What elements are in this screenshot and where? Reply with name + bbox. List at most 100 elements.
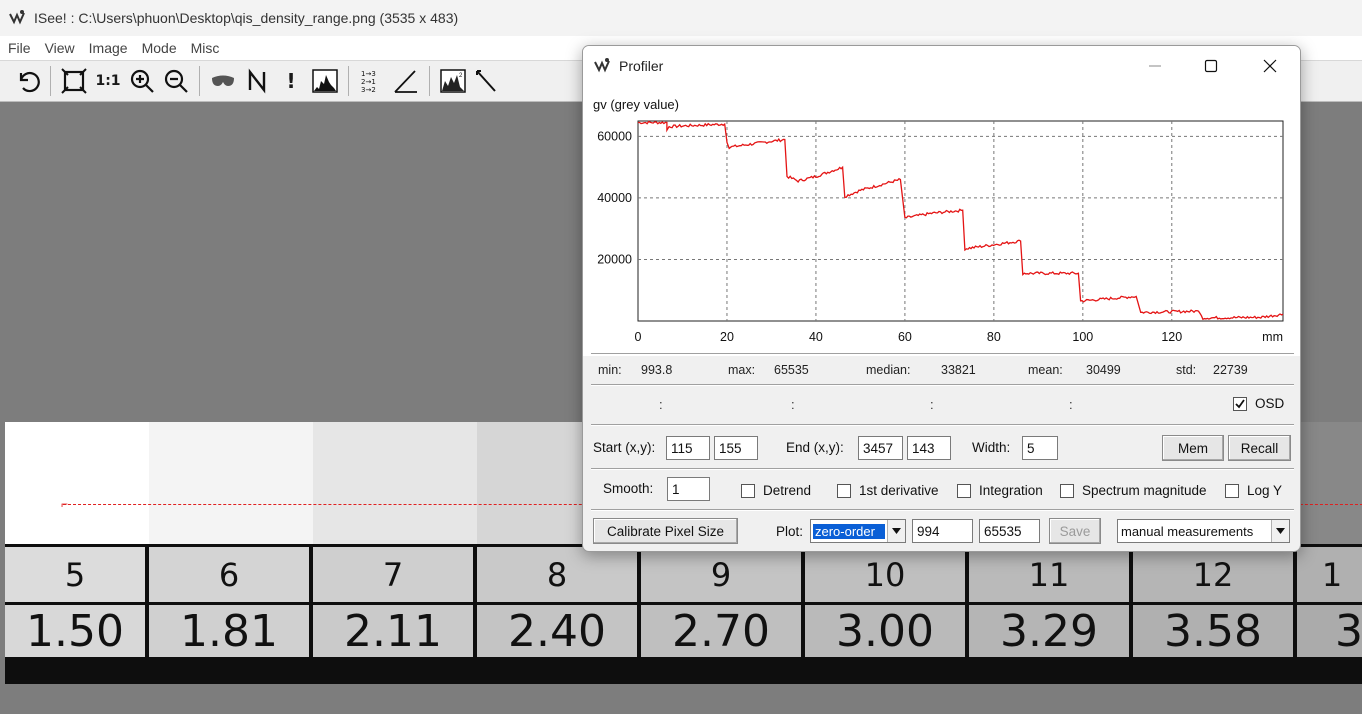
menu-mode[interactable]: Mode [142,40,177,56]
measurement-mode-select[interactable]: manual measurements [1117,519,1290,543]
width-input[interactable] [1022,436,1058,460]
app-logo-icon [9,10,25,25]
undo-button[interactable] [10,64,44,98]
zoom-out-button[interactable] [159,64,193,98]
step-number: 11 [969,547,1129,602]
start-label: Start (x,y): [593,440,656,455]
y-tick-label: 20000 [597,252,632,266]
save-button[interactable]: Save [1049,518,1101,544]
window-title: ISee! : C:\Users\phuon\Desktop\qis_densi… [34,10,459,26]
separator [591,424,1294,426]
density-value: 3.00 [805,605,965,657]
start-x-input[interactable] [666,436,710,460]
range-max-input[interactable] [979,519,1040,543]
integration-checkbox[interactable] [957,484,971,498]
min-value: 993.8 [641,363,673,377]
close-button[interactable] [1256,54,1284,78]
density-value: 3.29 [969,605,1129,657]
n-button[interactable] [240,64,274,98]
osd-checkbox[interactable] [1233,397,1247,411]
density-patch [149,422,313,544]
svg-text:2→1: 2→1 [361,78,376,86]
density-patch [1297,422,1362,544]
zoom-out-icon [164,69,188,93]
x-tick-label: 0 [635,330,642,344]
min-label: min: [598,363,622,377]
step-number: 5 [5,547,145,602]
y-tick-label: 60000 [597,129,632,143]
spectrum-magnitude-checkbox[interactable] [1060,484,1074,498]
density-value: 2.70 [641,605,801,657]
menu-file[interactable]: File [8,40,31,56]
range-min-input[interactable] [912,519,973,543]
calibrate-pixel-size-button[interactable]: Calibrate Pixel Size [593,518,738,544]
plot-label: Plot: [776,524,804,539]
undo-icon [19,71,40,93]
median-value: 33821 [941,363,976,377]
maximize-button[interactable] [1197,54,1225,78]
end-x-input[interactable] [858,436,903,460]
profile-chart: gv (grey value) 0 20 40 60 80 100 120 20000 400… [593,97,1284,344]
close-icon [1263,59,1277,73]
max-value: 65535 [774,363,809,377]
menu-image[interactable]: Image [89,40,128,56]
fit-window-button[interactable] [57,64,91,98]
image-hist-icon: 2 [440,69,466,93]
step-number: 7 [313,547,473,602]
detrend-label: Detrend [763,483,812,498]
end-y-input[interactable] [907,436,951,460]
sort-button[interactable]: 1→3 2→1 3→2 [355,64,389,98]
toolbar-separator [50,66,51,96]
log-y-checkbox[interactable] [1225,484,1239,498]
detrend-checkbox[interactable] [741,484,755,498]
mask-button[interactable] [206,64,240,98]
menu-misc[interactable]: Misc [191,40,220,56]
smooth-input[interactable] [667,477,710,501]
start-y-input[interactable] [714,436,758,460]
profile-line-icon [476,70,496,92]
toolbar-separator [348,66,349,96]
y-tick-label: 40000 [597,191,632,205]
histogram-icon [312,69,338,93]
density-value: 1.81 [149,605,309,657]
x-tick-label: 100 [1072,330,1093,344]
density-value: 2.40 [477,605,637,657]
histogram-button[interactable] [308,64,342,98]
minimize-button[interactable] [1141,54,1169,78]
image-hist-button[interactable]: 2 [436,64,470,98]
smooth-label: Smooth: [603,481,654,496]
step-number: 6 [149,547,309,602]
exclamation-icon: ! [286,69,296,93]
angle-button[interactable] [389,64,423,98]
measurement-readout-row: : : : : OSD [583,388,1300,422]
fit-window-icon [61,68,87,94]
one-to-one-button[interactable]: 1:1 [91,64,125,98]
toolbar-separator [429,66,430,96]
step-number: 12 [1133,547,1293,602]
x-tick-label: 40 [809,330,823,344]
checkmark-icon [1235,399,1245,409]
readout-separator: : [659,397,663,412]
plot-mode-select[interactable]: zero-order [810,519,906,543]
svg-text:1→3: 1→3 [361,70,376,78]
first-derivative-checkbox[interactable] [837,484,851,498]
mem-button[interactable]: Mem [1162,435,1224,461]
step-number: 1 [1297,547,1362,602]
profiler-title: Profiler [619,58,664,74]
x-tick-label: 60 [898,330,912,344]
minimize-icon [1149,65,1161,67]
zoom-in-button[interactable] [125,64,159,98]
profile-line-handle[interactable]: ⌐ [61,497,68,511]
mean-value: 30499 [1086,363,1121,377]
maximize-icon [1204,59,1218,73]
recall-button[interactable]: Recall [1228,435,1291,461]
menu-view[interactable]: View [45,40,75,56]
x-tick-label: 20 [720,330,734,344]
angle-icon [394,70,417,93]
x-tick-labels: 0 20 40 60 80 100 120 [635,330,1183,344]
profile-line-button[interactable] [470,64,504,98]
one-to-one-icon: 1:1 [95,73,121,89]
exclamation-button[interactable]: ! [274,64,308,98]
y-tick-labels: 20000 40000 60000 [597,129,632,266]
density-patch [313,422,477,544]
